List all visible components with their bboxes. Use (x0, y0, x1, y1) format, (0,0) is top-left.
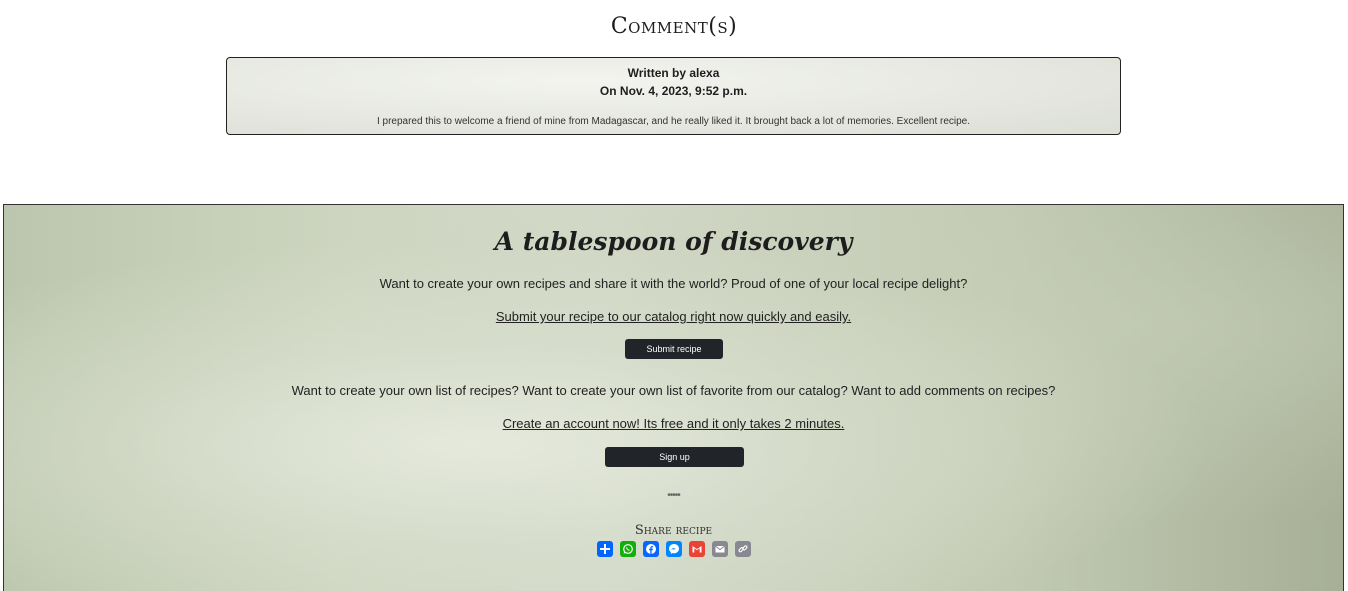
footer-cta: A tablespoon of discovery Want to create… (3, 204, 1344, 591)
share-recipe-label: Share recipe (634, 523, 713, 538)
submit-recipe-button[interactable]: Submit recipe (625, 339, 723, 359)
facebook-icon[interactable] (643, 541, 659, 557)
submit-prompt: Want to create your own recipes and shar… (379, 276, 968, 291)
sign-up-button[interactable]: Sign up (605, 447, 744, 467)
share-icon[interactable] (597, 541, 613, 557)
submit-link-row: Submit your recipe to our catalog right … (4, 309, 1343, 324)
footer-tagline: A tablespoon of discovery (494, 227, 853, 256)
messenger-icon[interactable] (666, 541, 682, 557)
comment-author: Written by alexa (627, 66, 720, 80)
comment-date: On Nov. 4, 2023, 9:52 p.m. (599, 84, 748, 98)
comment-card: Written by alexa On Nov. 4, 2023, 9:52 p… (226, 57, 1121, 135)
comment-text: I prepared this to welcome a friend of m… (376, 116, 971, 127)
submit-recipe-link[interactable]: Submit your recipe to our catalog right … (496, 309, 851, 324)
whatsapp-icon[interactable] (620, 541, 636, 557)
share-buttons (597, 541, 751, 557)
signup-prompt: Want to create your own list of recipes?… (291, 383, 1056, 398)
email-icon[interactable] (712, 541, 728, 557)
create-account-link[interactable]: Create an account now! Its free and it o… (503, 416, 845, 431)
signup-link-row: Create an account now! Its free and it o… (4, 416, 1343, 431)
divider: ••••• (667, 490, 681, 501)
comments-title: Comment(s) (610, 14, 738, 39)
gmail-icon[interactable] (689, 541, 705, 557)
copy-link-icon[interactable] (735, 541, 751, 557)
